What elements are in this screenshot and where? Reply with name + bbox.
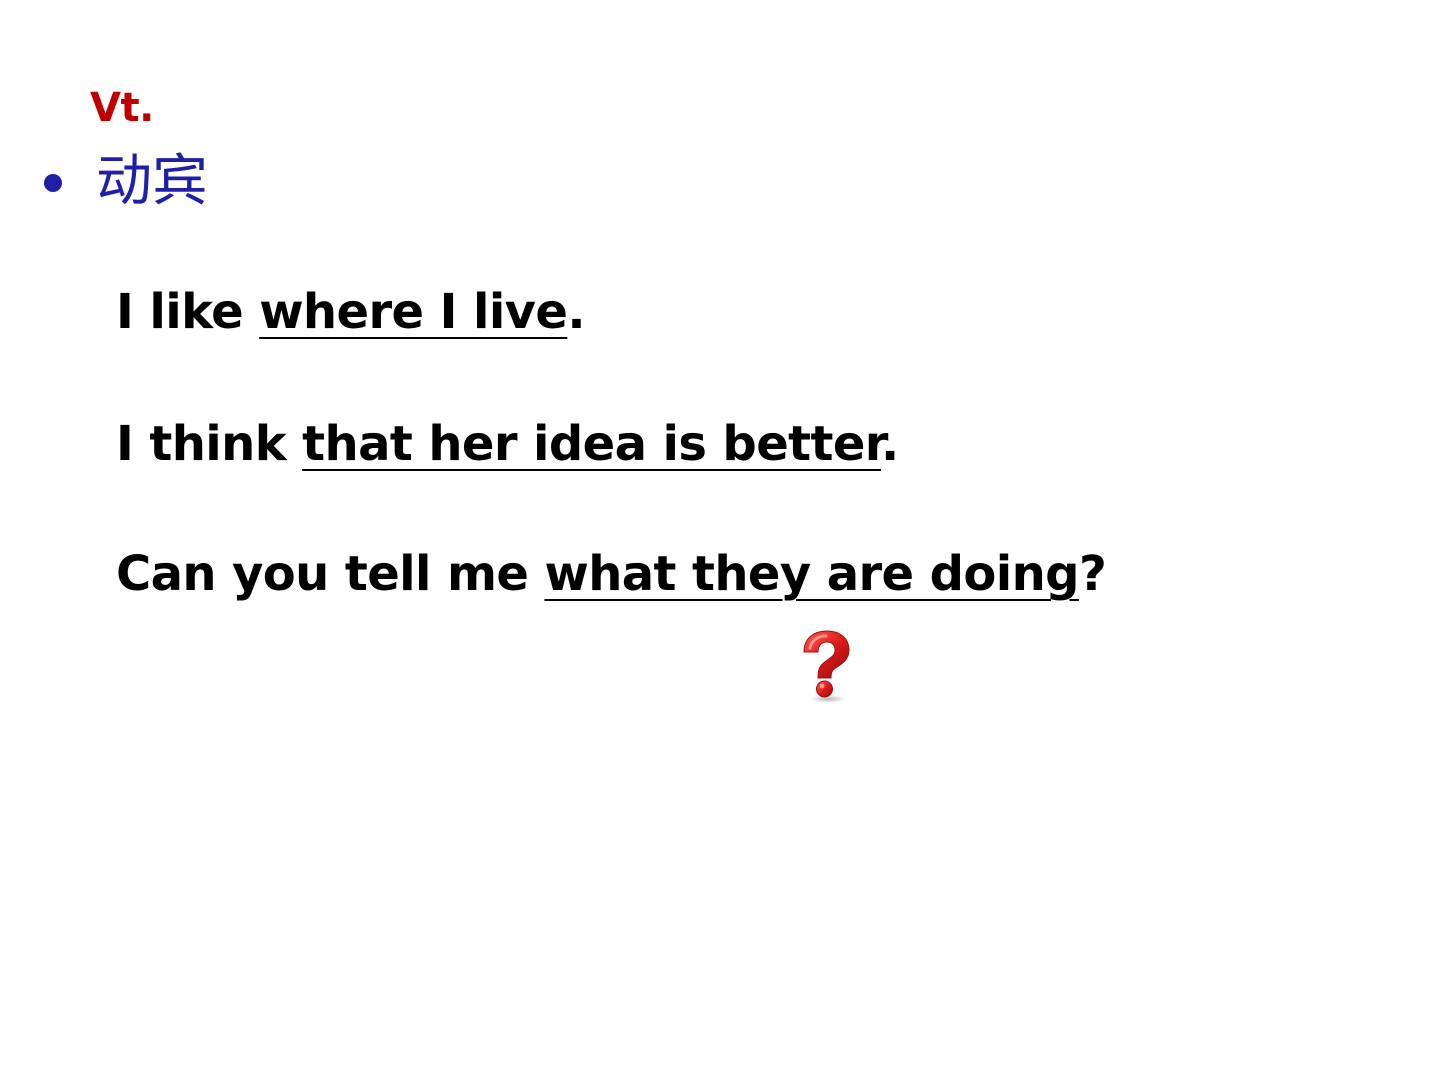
bullet-dot-icon [44, 174, 62, 192]
sentence-lead: I think [116, 416, 303, 472]
sentence-lead: I like [116, 284, 260, 340]
sentence-end: . [881, 416, 899, 472]
object-clause: that her idea is better [302, 416, 882, 472]
sentence-lead: Can you tell me [116, 546, 545, 602]
bullet-text: 动宾 [96, 149, 208, 214]
sentence-end: . [567, 284, 585, 340]
example-sentence-1: I like where I live. [116, 282, 586, 342]
question-mark-icon [796, 628, 856, 704]
object-clause: what they are doing [544, 546, 1079, 602]
slide: Vt. 动宾 I like where I live. I think that… [0, 0, 1440, 1080]
bullet-item: 动宾 [44, 150, 208, 214]
example-sentence-3: Can you tell me what they are doing? [116, 544, 1107, 604]
sentence-end: ? [1078, 546, 1107, 602]
verb-type-label: Vt. [90, 85, 154, 131]
example-sentence-2: I think that her idea is better. [116, 414, 899, 474]
object-clause: where I live [259, 284, 568, 340]
